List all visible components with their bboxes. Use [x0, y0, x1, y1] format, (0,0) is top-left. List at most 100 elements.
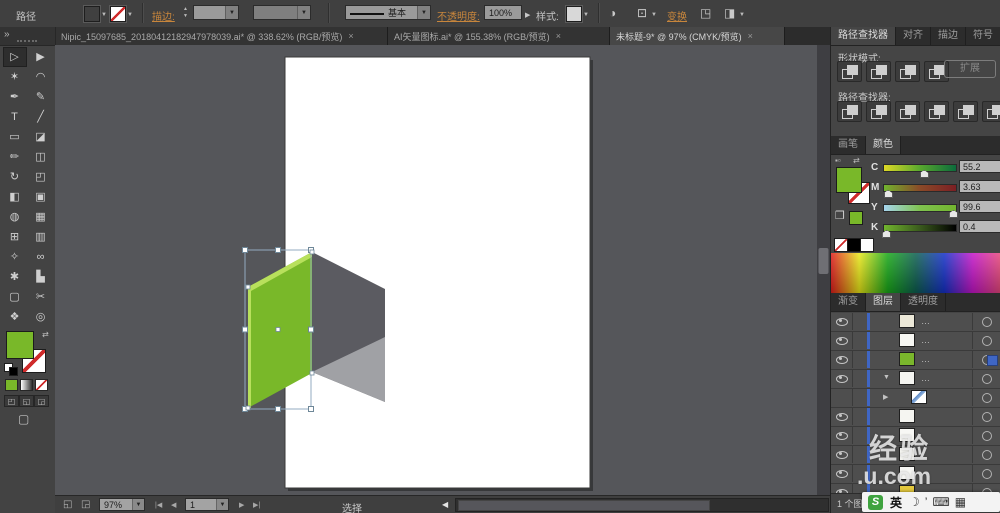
- layer-row[interactable]: [831, 446, 1000, 465]
- visibility-eye-icon[interactable]: [831, 446, 853, 463]
- draw-behind-icon[interactable]: ◱: [19, 395, 34, 407]
- distribute-objects-icon[interactable]: ◨: [724, 6, 735, 20]
- swap-fill-stroke-icon[interactable]: ⇄: [42, 330, 49, 339]
- minus-back-icon[interactable]: [982, 101, 1000, 122]
- stroke-weight-stepper[interactable]: ▲ ▼: [183, 6, 188, 20]
- brush-definition-combo[interactable]: 基本 ▼: [345, 5, 431, 20]
- rectangle-tool[interactable]: ▭: [3, 127, 27, 147]
- slider-handle[interactable]: [949, 210, 959, 218]
- ime-language-toggle[interactable]: 英: [890, 494, 902, 511]
- selection-tool[interactable]: ▶: [29, 47, 53, 67]
- fill-proxy[interactable]: [836, 167, 862, 193]
- outline-icon[interactable]: [953, 101, 978, 122]
- first-artboard-icon[interactable]: |◀: [155, 501, 162, 509]
- draw-normal-icon[interactable]: ◰: [4, 395, 19, 407]
- black-swatch[interactable]: [847, 238, 861, 252]
- select-similar-icon[interactable]: ⊡: [637, 6, 647, 20]
- layer-target-icon[interactable]: [982, 412, 992, 422]
- stroke-dropdown-arrow[interactable]: ▼: [127, 12, 133, 18]
- expand-button[interactable]: 扩展: [944, 60, 996, 78]
- visibility-eye-icon[interactable]: [831, 313, 853, 330]
- line-segment-tool[interactable]: ╱: [29, 107, 53, 127]
- sogou-logo-icon[interactable]: S: [868, 494, 883, 510]
- visibility-eye-icon[interactable]: [831, 370, 853, 387]
- gamut-color-chip[interactable]: [849, 211, 863, 225]
- next-artboard-icon[interactable]: ▶: [239, 501, 244, 509]
- color-mode-button[interactable]: [5, 379, 18, 391]
- layer-thumbnail[interactable]: [899, 428, 915, 442]
- layer-target-icon[interactable]: [982, 393, 992, 403]
- tab-stroke[interactable]: 描边: [931, 27, 966, 45]
- collapse-panel-icon[interactable]: »: [4, 29, 10, 40]
- channel-slider[interactable]: [883, 184, 957, 198]
- layer-target-icon[interactable]: [982, 431, 992, 441]
- artboard-number-combo[interactable]: 1 ▼: [185, 498, 229, 511]
- type-tool[interactable]: T: [3, 107, 27, 127]
- last-artboard-icon[interactable]: ▶|: [253, 501, 260, 509]
- comma-icon[interactable]: ’: [925, 495, 928, 509]
- toolbox-icon[interactable]: ▦: [955, 495, 966, 509]
- style-swatch[interactable]: [566, 6, 582, 22]
- trim-icon[interactable]: [866, 101, 891, 122]
- artboard-tool[interactable]: ▢: [3, 287, 27, 307]
- channel-value[interactable]: 3.63: [959, 180, 1000, 193]
- keyboard-icon[interactable]: ⌨: [932, 495, 949, 509]
- perspective-grid-tool[interactable]: ▦: [29, 207, 53, 227]
- channel-slider[interactable]: [883, 164, 957, 178]
- style-dropdown-arrow[interactable]: ▼: [583, 12, 589, 18]
- expander-icon[interactable]: ▶: [883, 393, 888, 401]
- width-tool[interactable]: ✎: [29, 87, 53, 107]
- color-spectrum-bar[interactable]: [831, 253, 1000, 293]
- hand-tool[interactable]: ❖: [3, 307, 27, 327]
- opacity-combo[interactable]: 100%: [484, 5, 522, 20]
- pen-tool[interactable]: ✒: [3, 87, 27, 107]
- white-swatch[interactable]: [860, 238, 874, 252]
- layer-target-icon[interactable]: [982, 450, 992, 460]
- intersect-icon[interactable]: [895, 61, 920, 82]
- paintbrush-tool[interactable]: ◪: [29, 127, 53, 147]
- minus-front-icon[interactable]: [866, 61, 891, 82]
- tab-gradient[interactable]: 渐变: [831, 293, 866, 311]
- opacity-arrow[interactable]: ▶: [525, 9, 530, 23]
- free-transform-tool[interactable]: ▣: [29, 187, 53, 207]
- layer-thumbnail[interactable]: [899, 352, 915, 366]
- scale-tool[interactable]: ◰: [29, 167, 53, 187]
- divide-icon[interactable]: [837, 101, 862, 122]
- layer-thumbnail[interactable]: [899, 314, 915, 328]
- visibility-eye-icon[interactable]: [831, 351, 853, 368]
- tab-brushes[interactable]: 画笔: [831, 136, 866, 154]
- opacity-panel-link[interactable]: 不透明度:: [437, 8, 480, 23]
- none-swatch[interactable]: [834, 238, 848, 252]
- slice-tool[interactable]: ✂: [29, 287, 53, 307]
- layer-target-icon[interactable]: [982, 469, 992, 479]
- width-profile-combo[interactable]: ▼: [253, 5, 311, 20]
- merge-icon[interactable]: [895, 101, 920, 122]
- eraser-tool[interactable]: ◫: [29, 147, 53, 167]
- layer-thumbnail[interactable]: [899, 466, 915, 480]
- moon-icon[interactable]: ☽: [909, 495, 920, 509]
- symbol-sprayer-tool[interactable]: ✱: [3, 267, 27, 287]
- pencil-tool[interactable]: ✏: [3, 147, 27, 167]
- zoom-tool[interactable]: ◎: [29, 307, 53, 327]
- layer-row[interactable]: [831, 408, 1000, 427]
- channel-value[interactable]: 99.6: [959, 200, 1000, 213]
- lasso-tool[interactable]: ◠: [29, 67, 53, 87]
- horizontal-scrollbar-track[interactable]: [455, 498, 829, 512]
- slider-handle[interactable]: [883, 190, 893, 198]
- stroke-panel-link[interactable]: 描边:: [152, 8, 175, 23]
- tab-layers[interactable]: 图层: [866, 293, 901, 311]
- gradient-tool[interactable]: ▥: [29, 227, 53, 247]
- arrange-docs-icon[interactable]: ◱: [63, 499, 72, 510]
- horizontal-scrollbar-thumb[interactable]: [458, 500, 710, 511]
- visibility-eye-icon[interactable]: [831, 389, 853, 406]
- layer-thumbnail[interactable]: [899, 333, 915, 347]
- select-similar-arrow[interactable]: ▼: [651, 12, 657, 18]
- layer-thumbnail[interactable]: [899, 409, 915, 423]
- tab-symbols[interactable]: 符号: [966, 27, 1000, 45]
- close-icon[interactable]: ×: [748, 31, 753, 41]
- gradient-mode-button[interactable]: [20, 379, 33, 391]
- stroke-color-swatch[interactable]: [110, 6, 126, 22]
- hscroll-left-arrow-icon[interactable]: ◀: [442, 500, 448, 509]
- layer-thumbnail[interactable]: [899, 447, 915, 461]
- swap-colors-icon[interactable]: ⇄: [853, 156, 860, 165]
